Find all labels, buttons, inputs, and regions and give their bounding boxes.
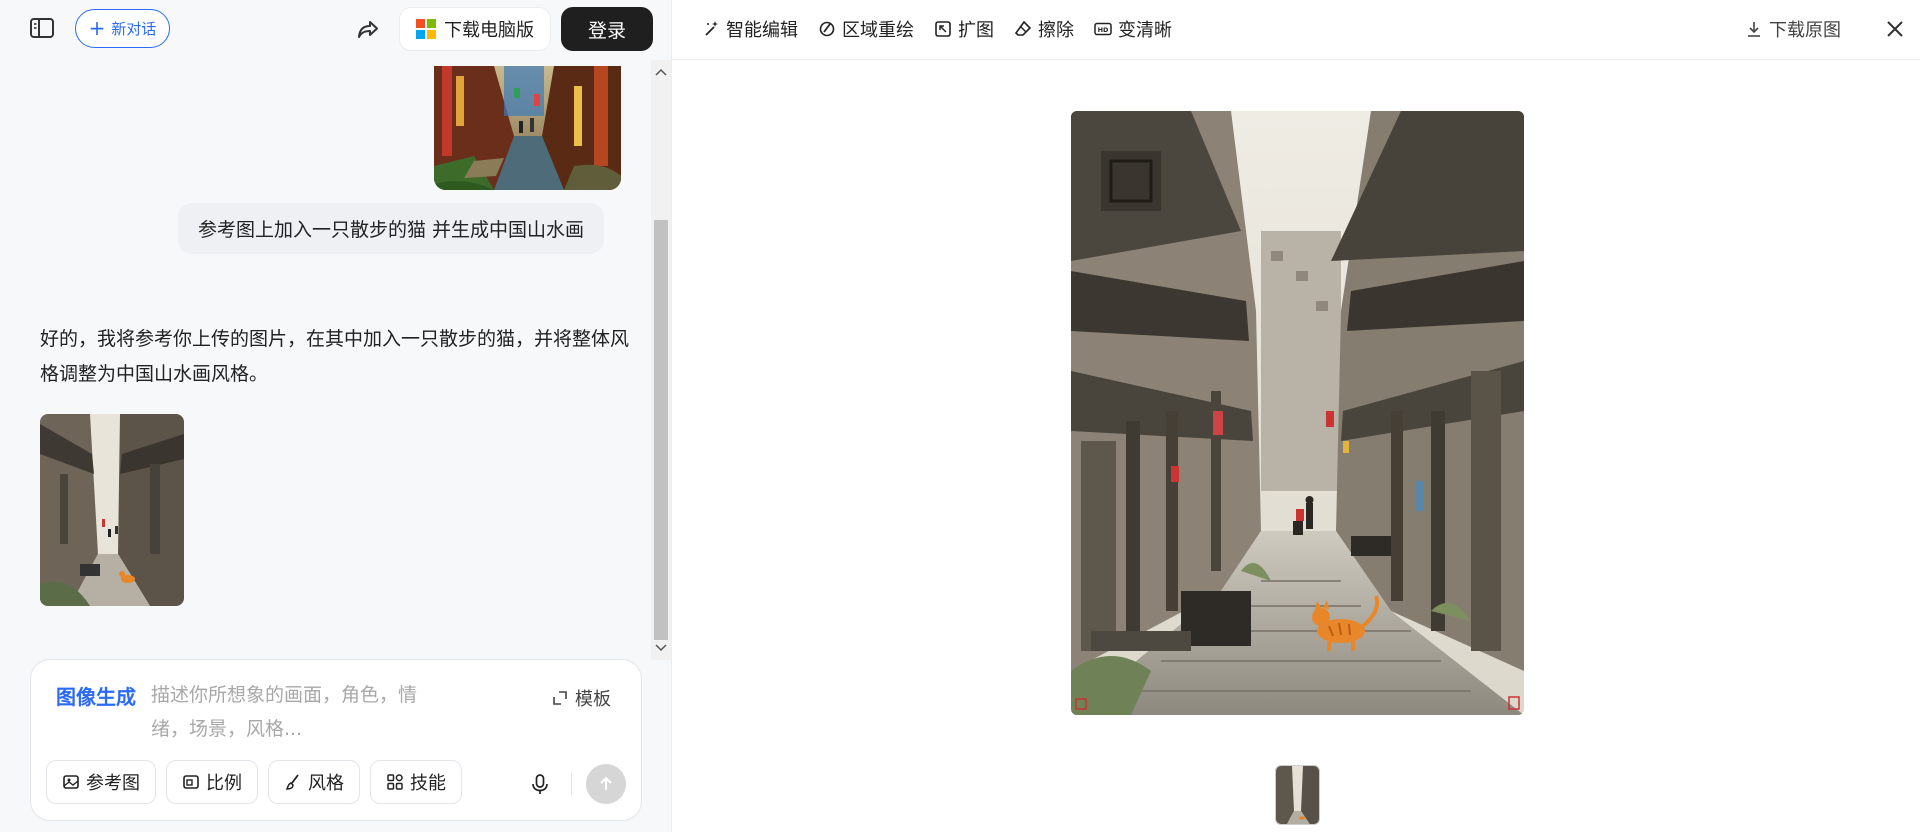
style-button[interactable]: 风格 <box>268 760 360 804</box>
chat-panel: + 新对话 下载电脑版 登录 参考图上加入一只散步的猫 并生成中国山水画 好的，… <box>0 0 671 832</box>
reference-image-button[interactable]: 参考图 <box>46 760 156 804</box>
chat-topbar: + 新对话 下载电脑版 登录 <box>0 0 671 60</box>
send-button[interactable] <box>586 764 626 804</box>
region-repaint-icon <box>819 21 835 37</box>
new-chat-label: 新对话 <box>111 20 157 38</box>
magic-wand-icon <box>705 21 718 36</box>
close-icon[interactable] <box>1881 15 1909 43</box>
style-label: 风格 <box>308 773 344 794</box>
expand-icon <box>935 21 951 37</box>
chat-scrollbar[interactable] <box>651 60 671 660</box>
generated-image-preview[interactable] <box>1071 111 1524 715</box>
svg-text:HD: HD <box>1098 26 1109 34</box>
template-button[interactable]: 模板 <box>551 685 611 711</box>
microphone-icon[interactable] <box>529 773 551 795</box>
ratio-button[interactable]: 比例 <box>166 760 258 804</box>
user-reference-image[interactable] <box>434 66 621 190</box>
region-repaint-label: 区域重绘 <box>842 20 914 41</box>
download-desktop-label: 下载电脑版 <box>444 20 534 41</box>
viewer-toolbar: 智能编辑 区域重绘 扩图 擦除 HD 变清晰 下载原图 <box>672 0 1920 60</box>
new-chat-button[interactable]: + 新对话 <box>75 9 170 48</box>
ai-reply-text: 好的，我将参考你上传的图片，在其中加入一只散步的猫，并将整体风格调整为中国山水画… <box>40 328 630 385</box>
smart-edit-button[interactable]: 智能编辑 <box>702 14 798 44</box>
user-message-bubble: 参考图上加入一只散步的猫 并生成中国山水画 <box>178 203 605 254</box>
region-repaint-button[interactable]: 区域重绘 <box>818 14 914 44</box>
scroll-down-icon[interactable] <box>655 644 667 652</box>
composer-divider <box>571 773 572 795</box>
arrow-up-icon <box>600 776 612 790</box>
expand-corners-icon <box>553 691 567 705</box>
brush-icon <box>285 774 299 790</box>
reference-image-label: 参考图 <box>86 773 140 794</box>
expand-image-label: 扩图 <box>958 20 994 41</box>
enhance-clarity-button[interactable]: HD 变清晰 <box>1094 14 1172 44</box>
erase-button[interactable]: 擦除 <box>1014 14 1074 44</box>
download-icon <box>1748 22 1760 37</box>
smart-edit-label: 智能编辑 <box>726 20 798 41</box>
generated-image-thumbnail[interactable] <box>40 414 184 606</box>
template-label: 模板 <box>575 689 611 710</box>
composer: 图像生成 模板 参考图 比例 风格 <box>30 659 642 821</box>
scrollbar-thumb[interactable] <box>654 220 668 640</box>
hd-icon: HD <box>1094 22 1112 36</box>
erase-label: 擦除 <box>1038 20 1074 41</box>
composer-tools: 参考图 比例 风格 技能 <box>46 760 462 804</box>
ratio-icon <box>183 775 199 789</box>
skills-label: 技能 <box>410 773 446 794</box>
image-viewer-panel: 智能编辑 区域重绘 扩图 擦除 HD 变清晰 下载原图 <box>671 0 1920 832</box>
image-generation-mode-label[interactable]: 图像生成 <box>56 681 136 710</box>
skills-button[interactable]: 技能 <box>370 760 462 804</box>
scroll-up-icon[interactable] <box>655 68 667 76</box>
app-root: + 新对话 下载电脑版 登录 参考图上加入一只散步的猫 并生成中国山水画 好的，… <box>0 0 1920 832</box>
ratio-label: 比例 <box>206 773 242 794</box>
prompt-input[interactable] <box>151 678 451 740</box>
windows-logo-icon <box>416 19 436 39</box>
chat-messages: 参考图上加入一只散步的猫 并生成中国山水画 好的，我将参考你上传的图片，在其中加… <box>0 60 650 660</box>
download-desktop-button[interactable]: 下载电脑版 <box>399 7 551 51</box>
sidebar-toggle-icon[interactable] <box>28 16 56 40</box>
plus-icon: + <box>88 15 106 40</box>
image-thumbnail-strip-item[interactable] <box>1275 765 1320 825</box>
grid-icon <box>387 774 403 790</box>
download-original-button[interactable]: 下载原图 <box>1745 14 1841 44</box>
expand-image-button[interactable]: 扩图 <box>934 14 994 44</box>
enhance-clarity-label: 变清晰 <box>1118 20 1172 41</box>
login-button[interactable]: 登录 <box>561 7 653 51</box>
eraser-icon <box>1014 20 1032 36</box>
share-icon[interactable] <box>354 15 382 43</box>
image-icon <box>63 775 79 789</box>
download-original-label: 下载原图 <box>1769 20 1841 41</box>
